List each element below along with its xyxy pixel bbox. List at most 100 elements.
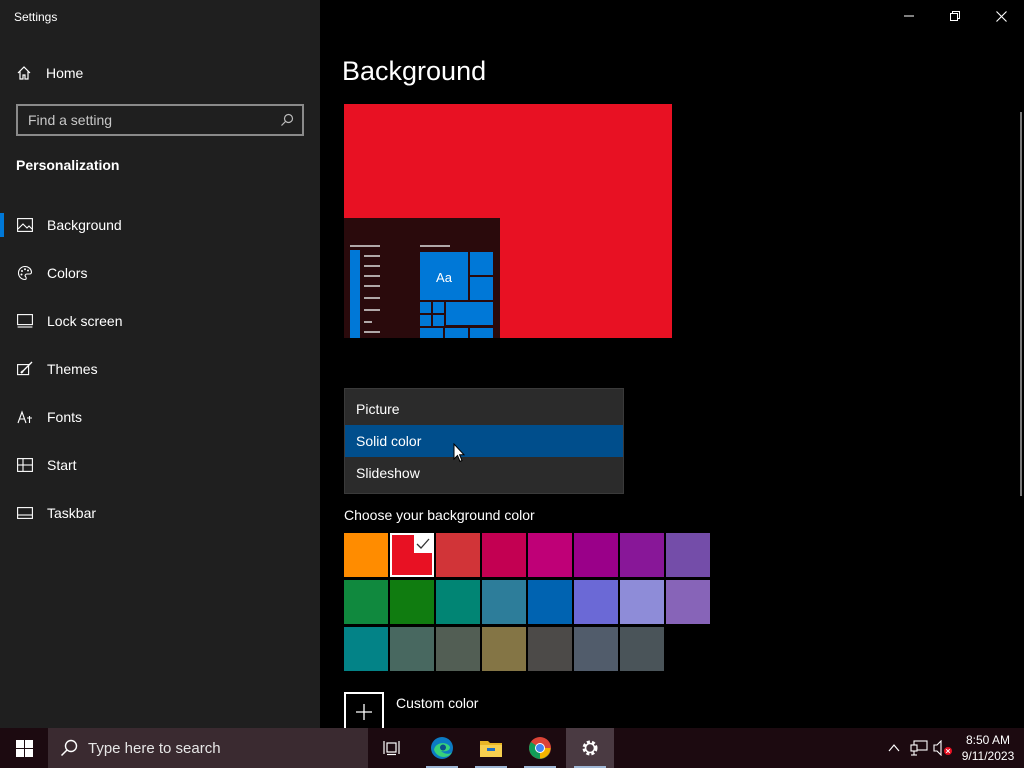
color-swatch[interactable] — [482, 533, 526, 577]
restore-button[interactable] — [932, 0, 978, 32]
color-swatch[interactable] — [344, 627, 388, 671]
sidebar-item-label: Background — [47, 217, 122, 233]
show-hidden-icons-button[interactable] — [884, 728, 904, 768]
taskbar-settings[interactable] — [566, 728, 614, 768]
taskbar: Type here to search 8:50 AM 9/11/2023 — [0, 728, 1024, 768]
plus-icon[interactable] — [344, 692, 384, 732]
edge-icon — [431, 737, 453, 759]
custom-color-button[interactable]: Custom color — [344, 692, 478, 732]
color-swatch[interactable] — [528, 627, 572, 671]
page-title: Background — [342, 56, 487, 86]
color-swatch[interactable] — [482, 627, 526, 671]
search-icon — [60, 739, 78, 757]
desktop-preview: Aa — [344, 104, 672, 338]
sidebar-item-background[interactable]: Background — [0, 205, 320, 245]
restore-icon — [950, 11, 960, 21]
sidebar-item-taskbar[interactable]: Taskbar — [0, 493, 320, 533]
section-title: Personalization — [16, 157, 120, 173]
settings-window: Settings Home Personalization Background… — [0, 0, 1024, 732]
color-swatch[interactable] — [666, 580, 710, 624]
close-button[interactable] — [978, 0, 1024, 32]
color-swatch[interactable] — [436, 580, 480, 624]
color-swatch[interactable] — [620, 580, 664, 624]
picture-icon — [17, 218, 33, 232]
task-view-icon — [383, 741, 400, 756]
color-swatch[interactable] — [390, 533, 434, 577]
background-color-label: Choose your background color — [344, 507, 535, 523]
scrollbar[interactable] — [1020, 112, 1022, 496]
color-swatch[interactable] — [528, 580, 572, 624]
dropdown-option-picture[interactable]: Picture — [345, 393, 623, 425]
color-swatch[interactable] — [574, 627, 618, 671]
main-content: Background Aa Picture Solid color Slides… — [320, 0, 1024, 732]
home-label: Home — [46, 65, 84, 81]
minimize-icon — [904, 15, 914, 17]
chrome-icon — [529, 737, 551, 759]
network-tray-button[interactable] — [908, 728, 930, 768]
preview-tile-label: Aa — [436, 270, 453, 285]
dropdown-option-solid-color[interactable]: Solid color — [345, 425, 623, 457]
taskbar-icon — [17, 507, 33, 519]
color-swatch[interactable] — [666, 533, 710, 577]
color-swatch[interactable] — [344, 580, 388, 624]
color-swatch[interactable] — [620, 627, 664, 671]
network-icon — [910, 740, 928, 756]
minimize-button[interactable] — [886, 0, 932, 32]
color-swatch[interactable] — [436, 533, 480, 577]
task-view-button[interactable] — [368, 728, 416, 768]
close-icon — [995, 10, 1007, 22]
taskbar-chrome[interactable] — [516, 728, 564, 768]
dropdown-option-slideshow[interactable]: Slideshow — [345, 457, 623, 489]
sidebar-item-colors[interactable]: Colors — [0, 253, 320, 293]
taskbar-search-placeholder: Type here to search — [88, 739, 221, 757]
sidebar-item-label: Start — [47, 457, 77, 473]
color-swatch[interactable] — [390, 627, 434, 671]
custom-color-label: Custom color — [396, 695, 479, 711]
sidebar-item-fonts[interactable]: Fonts — [0, 397, 320, 437]
taskbar-edge[interactable] — [418, 728, 466, 768]
clock-time: 8:50 AM — [965, 733, 1011, 747]
chevron-up-icon — [888, 744, 900, 752]
color-swatch[interactable] — [344, 533, 388, 577]
sidebar-item-label: Lock screen — [47, 313, 123, 329]
font-icon — [17, 410, 32, 424]
sidebar-item-lock-screen[interactable]: Lock screen — [0, 301, 320, 341]
lock-screen-icon — [17, 314, 33, 328]
mouse-cursor-icon — [453, 443, 465, 463]
sidebar: Settings Home Personalization Background… — [0, 0, 320, 728]
windows-logo-icon — [15, 739, 33, 757]
taskbar-search-box[interactable]: Type here to search — [48, 728, 368, 768]
taskbar-file-explorer[interactable] — [467, 728, 515, 768]
color-swatch[interactable] — [436, 627, 480, 671]
color-swatch[interactable] — [482, 580, 526, 624]
settings-icon — [582, 740, 598, 756]
sidebar-item-label: Taskbar — [47, 505, 97, 521]
color-swatch[interactable] — [390, 580, 434, 624]
app-title: Settings — [14, 10, 58, 24]
volume-tray-button[interactable] — [932, 728, 954, 768]
sidebar-item-label: Colors — [47, 265, 88, 281]
home-nav-item[interactable]: Home — [16, 62, 83, 84]
sidebar-item-label: Themes — [47, 361, 98, 377]
taskbar-clock[interactable]: 8:50 AM 9/11/2023 — [958, 732, 1018, 764]
clock-date: 9/11/2023 — [961, 749, 1015, 763]
color-swatch[interactable] — [574, 533, 618, 577]
color-swatch[interactable] — [620, 533, 664, 577]
start-button[interactable] — [0, 728, 48, 768]
palette-icon — [17, 265, 33, 281]
file-explorer-icon — [480, 741, 502, 757]
brush-icon — [17, 361, 33, 376]
home-icon — [17, 66, 31, 80]
setting-search-box[interactable] — [16, 104, 304, 136]
color-swatch[interactable] — [528, 533, 572, 577]
sidebar-item-themes[interactable]: Themes — [0, 349, 320, 389]
color-swatch[interactable] — [574, 580, 618, 624]
search-icon[interactable] — [280, 113, 294, 127]
checkmark-icon — [414, 535, 432, 553]
sidebar-item-label: Fonts — [47, 409, 83, 425]
volume-muted-icon — [933, 740, 952, 756]
sidebar-item-start[interactable]: Start — [0, 445, 320, 485]
background-type-dropdown[interactable]: Picture Solid color Slideshow — [344, 388, 624, 494]
start-icon — [17, 458, 33, 472]
setting-search-input[interactable] — [28, 112, 280, 128]
